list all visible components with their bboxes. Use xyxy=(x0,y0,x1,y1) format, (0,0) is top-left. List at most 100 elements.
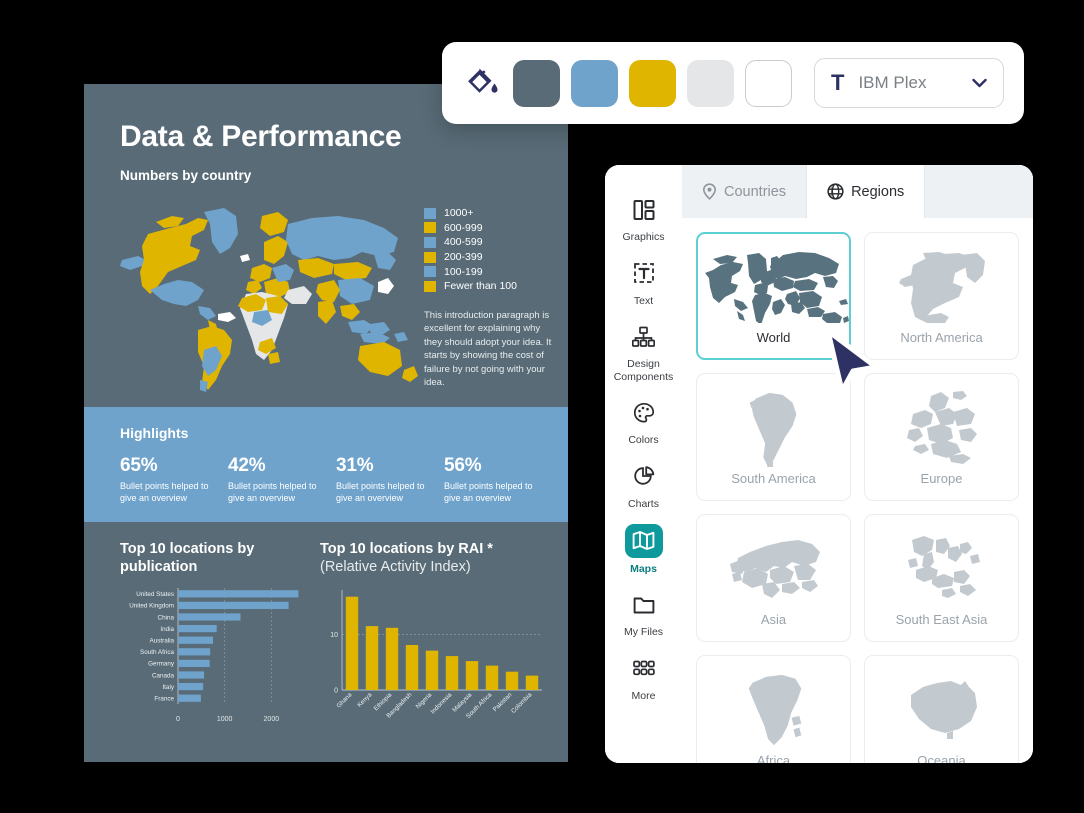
sidebar-item-label: Charts xyxy=(628,497,659,510)
map-card-label: Africa xyxy=(756,752,791,764)
color-swatch-gold[interactable] xyxy=(629,59,676,107)
svg-text:Colombia: Colombia xyxy=(510,691,534,715)
svg-text:1000: 1000 xyxy=(217,716,233,723)
swatch-row xyxy=(513,59,792,107)
map-grid: World North America South America Europe Asi… xyxy=(682,218,1033,763)
pie-chart-icon xyxy=(625,460,663,493)
map-card-label: Oceania xyxy=(917,752,966,764)
color-swatch-slate[interactable] xyxy=(513,59,560,107)
map-card-south-america[interactable]: South America xyxy=(696,373,851,501)
sidebar-item-more[interactable]: More xyxy=(605,652,682,703)
color-swatch-white[interactable] xyxy=(745,59,792,107)
chart-publication-block: Top 10 locations by publication 0 1000 200… xyxy=(120,540,310,726)
legend-label: 400-599 xyxy=(444,236,483,249)
text-tool-icon: T xyxy=(831,70,845,95)
svg-text:Canada: Canada xyxy=(152,673,175,680)
highlight-percent: 65% xyxy=(120,455,158,476)
legend-label: 100-199 xyxy=(444,265,483,278)
map-card-north-america[interactable]: North America xyxy=(864,232,1019,360)
font-picker[interactable]: T IBM Plex xyxy=(814,58,1004,108)
chart-rai-subtitle: (Relative Activity Index) xyxy=(320,559,471,576)
highlight-item: 31% Bullet points helped to give an overv… xyxy=(336,455,444,504)
svg-text:2000: 2000 xyxy=(264,716,280,723)
sidebar-item-label: Design Components xyxy=(613,358,674,383)
infographic-document[interactable]: Data & Performance Numbers by country 10… xyxy=(84,84,568,762)
legend-swatch xyxy=(424,251,436,263)
screen: Data & Performance Numbers by country 10… xyxy=(0,0,1084,813)
intro-paragraph: This introduction paragraph is excellent… xyxy=(424,310,552,389)
palette-icon xyxy=(625,396,663,429)
chart-rai-svg: 0 10 Ghana Kenya Ethiopia Bangladesh Nigeria In… xyxy=(320,584,550,734)
tab-filler xyxy=(925,165,1033,218)
maps-panel[interactable]: Graphics Text Design Components Colors Chart… xyxy=(605,165,1033,763)
color-swatch-blue[interactable] xyxy=(571,59,618,107)
svg-text:Indonesia: Indonesia xyxy=(429,691,453,715)
map-card-oceania[interactable]: Oceania xyxy=(864,655,1019,763)
globe-icon xyxy=(827,183,844,200)
svg-text:Kenya: Kenya xyxy=(356,691,374,709)
svg-text:South Africa: South Africa xyxy=(140,649,174,656)
map-card-asia[interactable]: Asia xyxy=(696,514,851,642)
map-thumbnail-icon xyxy=(699,248,849,326)
map-icon xyxy=(624,523,663,558)
map-card-europe[interactable]: Europe xyxy=(864,373,1019,501)
map-card-south-east-asia[interactable]: South East Asia xyxy=(864,514,1019,642)
highlights-title: Highlights xyxy=(120,425,189,441)
svg-text:United States: United States xyxy=(136,591,174,598)
legend-swatch xyxy=(424,236,436,248)
color-swatch-light-gray[interactable] xyxy=(687,59,734,107)
svg-text:Italy: Italy xyxy=(162,684,174,691)
map-thumbnail-icon xyxy=(742,671,806,749)
highlight-percent: 31% xyxy=(336,455,374,476)
sidebar-item-my-files[interactable]: My Files xyxy=(605,588,682,639)
sidebar-item-design-components[interactable]: Design Components xyxy=(605,320,682,383)
legend-swatch xyxy=(424,207,436,219)
panel-sidebar: Graphics Text Design Components Colors Chart… xyxy=(605,165,682,763)
paint-bucket-icon[interactable] xyxy=(462,64,501,102)
legend-item: Fewer than 100 xyxy=(424,279,564,294)
highlight-description: Bullet points helped to give an overview xyxy=(120,481,209,504)
page-title: Data & Performance xyxy=(120,120,402,153)
legend-swatch xyxy=(424,280,436,292)
chevron-down-icon[interactable] xyxy=(972,76,987,91)
map-legend: 1000+ 600-999 400-599 200-399 100-199 Fewer t… xyxy=(424,206,564,294)
map-card-africa[interactable]: Africa xyxy=(696,655,851,763)
highlight-item: 56% Bullet points helped to give an overv… xyxy=(444,455,552,504)
legend-item: 200-399 xyxy=(424,250,564,265)
tab-countries[interactable]: Countries xyxy=(682,165,808,218)
legend-label: 1000+ xyxy=(444,207,474,220)
world-map-graphic[interactable] xyxy=(112,194,432,399)
legend-item: 600-999 xyxy=(424,221,564,236)
svg-text:China: China xyxy=(158,615,175,622)
panel-tabs: Countries Regions xyxy=(682,165,1033,218)
sidebar-item-text[interactable]: Text xyxy=(605,257,682,308)
highlight-description: Bullet points helped to give an overview xyxy=(444,481,533,504)
tab-regions[interactable]: Regions xyxy=(807,165,926,218)
map-card-world[interactable]: World xyxy=(696,232,851,360)
sidebar-item-maps[interactable]: Maps xyxy=(605,523,682,576)
sidebar-item-charts[interactable]: Charts xyxy=(605,460,682,511)
svg-text:10: 10 xyxy=(330,632,338,639)
panel-main: Countries Regions World North America South… xyxy=(682,165,1033,763)
legend-label: 200-399 xyxy=(444,251,483,264)
svg-text:Australia: Australia xyxy=(150,638,175,645)
highlights-band: Highlights 65% Bullet points helped to gi… xyxy=(84,407,568,522)
sidebar-item-colors[interactable]: Colors xyxy=(605,396,682,447)
highlight-percent: 42% xyxy=(228,455,266,476)
sidebar-item-graphics[interactable]: Graphics xyxy=(605,193,682,244)
legend-label: 600-999 xyxy=(444,221,483,234)
map-thumbnail-icon xyxy=(743,389,805,467)
chart-rai-title: Top 10 locations by RAI * xyxy=(320,541,493,557)
chart-rai-block: Top 10 locations by RAI * (Relative Acti… xyxy=(320,540,550,734)
sidebar-item-label: More xyxy=(631,689,656,702)
legend-swatch xyxy=(424,222,436,234)
map-card-label: South East Asia xyxy=(895,611,988,627)
color-toolbar[interactable]: T IBM Plex xyxy=(442,42,1024,124)
legend-item: 1000+ xyxy=(424,206,564,221)
map-thumbnail-icon xyxy=(897,248,987,326)
folder-icon xyxy=(625,588,663,621)
tab-label: Regions xyxy=(851,183,905,200)
map-card-label: North America xyxy=(900,329,983,345)
map-thumbnail-icon xyxy=(903,671,981,749)
sidebar-item-label: Text xyxy=(633,294,654,307)
